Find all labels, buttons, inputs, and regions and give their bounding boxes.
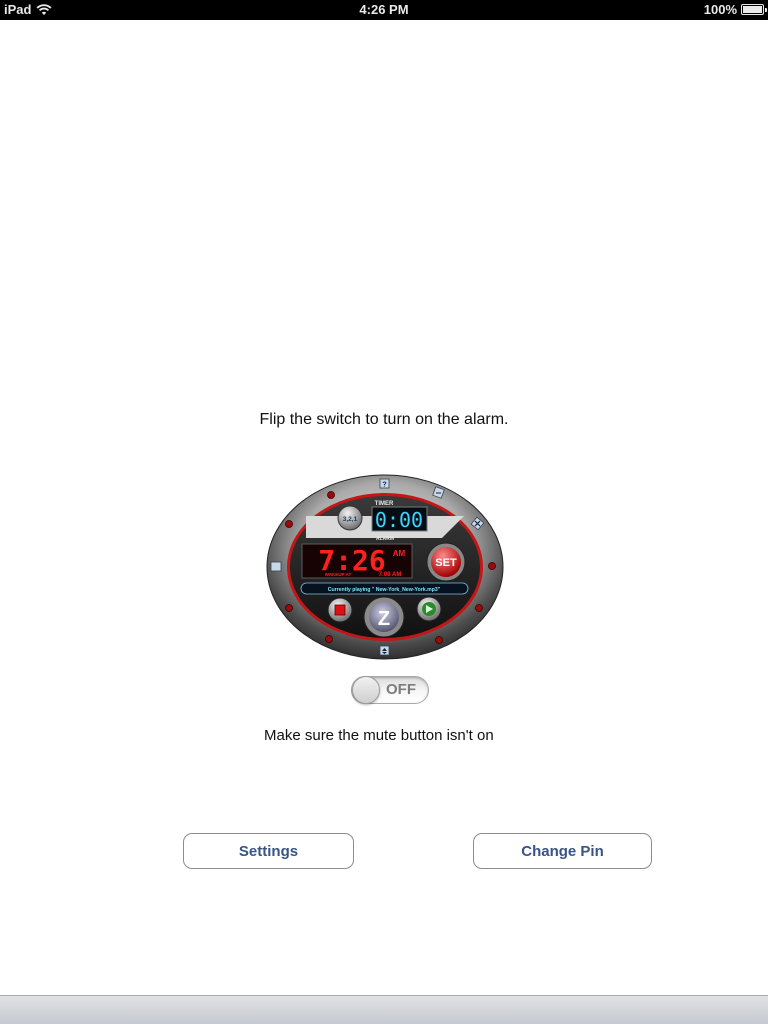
alarm-clock-widget: TIMER 3,2,1 0:00 ALARM 7:26 AM WAKEUP AT… — [266, 474, 504, 660]
status-right: 100% — [703, 2, 767, 17]
change-pin-button[interactable]: Change Pin — [473, 833, 652, 869]
stop-button[interactable] — [327, 597, 353, 623]
alarm-ampm: AM — [393, 549, 406, 558]
instruction-mute-button: Make sure the mute button isn't on — [264, 727, 494, 744]
status-time: 4:26 PM — [359, 2, 409, 17]
stop-icon — [334, 604, 346, 616]
play-button[interactable] — [416, 596, 442, 622]
set-label: SET — [435, 557, 457, 569]
now-playing-text: Currently playing " New-York_New-York.mp… — [328, 587, 441, 593]
bottom-toolbar — [0, 995, 768, 1024]
settings-button[interactable]: Settings — [183, 833, 354, 869]
set-alarm-button[interactable]: SET — [426, 542, 466, 582]
help-button[interactable]: ? — [379, 478, 390, 489]
timer-label: TIMER — [375, 501, 394, 507]
night-mode-button[interactable] — [270, 561, 282, 572]
battery-percent: 100% — [703, 2, 737, 17]
countdown-button[interactable]: 3,2,1 — [337, 505, 363, 531]
wakeup-label: WAKEUP AT — [325, 572, 352, 577]
toggle-state-label: OFF — [386, 681, 416, 698]
toggle-knob[interactable] — [352, 676, 380, 704]
wakeup-time: 7:08 AM — [379, 572, 402, 578]
status-bar: iPad 4:26 PM 100% — [0, 0, 768, 20]
timer-value: 0:00 — [375, 508, 423, 532]
flip-button[interactable] — [379, 645, 390, 656]
help-icon: ? — [382, 482, 386, 489]
snooze-label: Z — [378, 608, 390, 630]
alarm-toggle-switch[interactable]: OFF — [351, 676, 429, 704]
instruction-flip-switch: Flip the switch to turn on the alarm. — [259, 411, 509, 428]
countdown-label: 3,2,1 — [343, 516, 358, 523]
alarm-label: ALARM — [376, 536, 394, 542]
snooze-button[interactable]: Z — [363, 596, 405, 638]
battery-icon — [741, 4, 767, 15]
